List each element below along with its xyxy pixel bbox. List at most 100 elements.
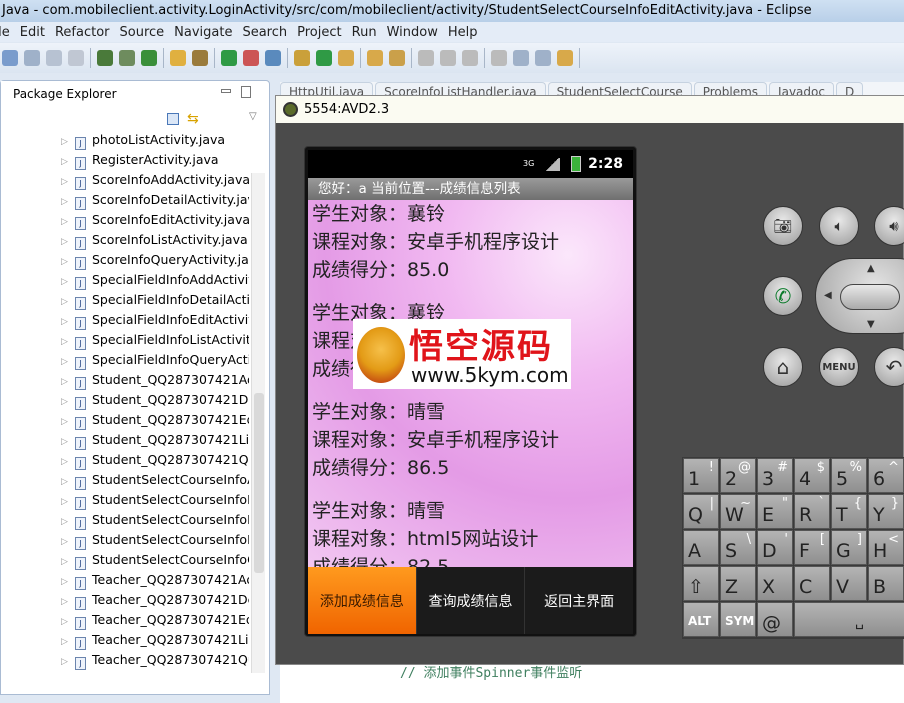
expand-arrow-icon[interactable]: ▷ — [61, 152, 75, 170]
toolbar-button-icon[interactable] — [2, 50, 18, 66]
menu-search[interactable]: Search — [242, 25, 287, 40]
file-item[interactable]: ▷ J ScoreInfoDetailActivity.java — [61, 190, 249, 210]
expand-arrow-icon[interactable]: ▷ — [61, 312, 75, 330]
expand-arrow-icon[interactable]: ▷ — [61, 292, 75, 310]
file-item[interactable]: ▷ J Student_QQ287307421Edit — [61, 410, 249, 430]
call-button[interactable]: ✆ — [763, 276, 803, 316]
key[interactable]: 2 @ — [720, 458, 756, 493]
collapse-all-icon[interactable] — [167, 113, 179, 125]
expand-arrow-icon[interactable]: ▷ — [61, 252, 75, 270]
key[interactable]: 3 # — [757, 458, 793, 493]
key[interactable]: S \ — [720, 530, 756, 565]
back-main-button[interactable]: 返回主界面 — [524, 567, 633, 634]
toolbar-button-icon[interactable] — [338, 50, 354, 66]
toolbar-button-icon[interactable] — [294, 50, 310, 66]
key[interactable]: Z — [720, 566, 756, 601]
file-item[interactable]: ▷ JphotoListActivity.java — [61, 130, 249, 150]
file-item[interactable]: ▷ J SpecialFieldInfoQueryActiv — [61, 350, 249, 370]
camera-button[interactable]: 📷︎ — [763, 206, 803, 246]
file-item[interactable]: ▷ J Student_QQ287307421Adc — [61, 370, 249, 390]
toolbar-button-icon[interactable] — [316, 50, 332, 66]
file-item[interactable]: ▷ J RegisterActivity.java — [61, 150, 249, 170]
menu-project[interactable]: Project — [297, 25, 341, 40]
file-item[interactable]: ▷ J StudentSelectCourseInfoD — [61, 490, 249, 510]
key[interactable]: 5% — [831, 458, 867, 493]
score-list[interactable]: 学生对象：襄铃 课程对象：安卓手机程序设计 成绩得分：85.0 学生对象：襄铃 … — [308, 200, 633, 567]
toolbar-button-icon[interactable] — [462, 50, 478, 66]
key[interactable]: H < — [868, 530, 904, 565]
expand-arrow-icon[interactable]: ▷ — [61, 352, 75, 370]
expand-arrow-icon[interactable]: ▷ — [61, 592, 75, 610]
toolbar-button-icon[interactable] — [535, 50, 551, 66]
toolbar-button-icon[interactable] — [389, 50, 405, 66]
minimize-icon[interactable] — [221, 89, 231, 93]
expand-arrow-icon[interactable]: ▷ — [61, 652, 75, 670]
key[interactable]: E " — [757, 494, 793, 529]
list-item[interactable]: 学生对象：晴雪 课程对象：安卓手机程序设计 成绩得分：86.5 — [312, 398, 559, 482]
file-item[interactable]: ▷ J StudentSelectCourseInfoQ — [61, 550, 249, 570]
expand-arrow-icon[interactable]: ▷ — [61, 412, 75, 430]
key[interactable]: Q | — [683, 494, 719, 529]
file-item[interactable]: ▷ J Teacher_QQ287307421Que — [61, 650, 249, 670]
key[interactable]: R ` — [794, 494, 830, 529]
file-item[interactable]: ▷ J Teacher_QQ287307421Adc — [61, 570, 249, 590]
file-item[interactable]: ▷ J ScoreInfoEditActivity.java — [61, 210, 249, 230]
scrollbar[interactable] — [251, 173, 265, 673]
toolbar-button-icon[interactable] — [46, 50, 62, 66]
file-item[interactable]: ▷ J Teacher_QQ287307421Edit — [61, 610, 249, 630]
key[interactable]: V — [831, 566, 867, 601]
maximize-icon[interactable] — [241, 86, 251, 98]
back-button[interactable]: ↶ — [874, 347, 904, 387]
file-item[interactable]: ▷ J SpecialFieldInfoListActivity. — [61, 330, 249, 350]
expand-arrow-icon[interactable]: ▷ — [61, 272, 75, 290]
file-item[interactable]: ▷ J Teacher_QQ287307421List — [61, 630, 249, 650]
toolbar-button-icon[interactable] — [24, 50, 40, 66]
dpad-left-icon[interactable]: ◀ — [824, 290, 832, 301]
menu-window[interactable]: Window — [387, 25, 438, 40]
list-item[interactable]: 学生对象：襄铃 课程对象：安卓手机程序设计 成绩得分：85.0 — [312, 200, 559, 284]
expand-arrow-icon[interactable]: ▷ — [61, 212, 75, 230]
expand-arrow-icon[interactable]: ▷ — [61, 572, 75, 590]
key[interactable]: W ~ — [720, 494, 756, 529]
key[interactable]: F[ — [794, 530, 830, 565]
file-item[interactable]: ▷ J ScoreInfoAddActivity.java — [61, 170, 249, 190]
file-item[interactable]: ▷ J Student_QQ287307421Det — [61, 390, 249, 410]
expand-arrow-icon[interactable]: ▷ — [61, 492, 75, 510]
view-menu-icon[interactable]: ▽ — [249, 111, 257, 122]
dpad-down-icon[interactable]: ▼ — [867, 319, 875, 330]
toolbar-button-icon[interactable] — [265, 50, 281, 66]
key[interactable]: 4 $ — [794, 458, 830, 493]
expand-arrow-icon[interactable]: ▷ — [61, 432, 75, 450]
file-item[interactable]: ▷ J StudentSelectCourseInfoA — [61, 470, 249, 490]
expand-arrow-icon[interactable]: ▷ — [61, 132, 75, 150]
expand-arrow-icon[interactable]: ▷ — [61, 452, 75, 470]
expand-arrow-icon[interactable]: ▷ — [61, 392, 75, 410]
expand-arrow-icon[interactable]: ▷ — [61, 612, 75, 630]
expand-arrow-icon[interactable]: ▷ — [61, 232, 75, 250]
menu-edit[interactable]: Edit — [20, 25, 45, 40]
key[interactable]: @ — [757, 602, 793, 637]
key[interactable]: 1! — [683, 458, 719, 493]
toolbar-button-icon[interactable] — [170, 50, 186, 66]
toolbar-button-icon[interactable] — [367, 50, 383, 66]
file-item[interactable]: ▷ J StudentSelectCourseInfoEc — [61, 510, 249, 530]
toolbar-button-icon[interactable] — [68, 50, 84, 66]
home-button[interactable]: ⌂ — [763, 347, 803, 387]
menu-run[interactable]: Run — [352, 25, 377, 40]
file-item[interactable]: ▷ J StudentSelectCourseInfoLi — [61, 530, 249, 550]
volume-down-button[interactable]: 🔈︎ — [819, 206, 859, 246]
toolbar-button-icon[interactable] — [192, 50, 208, 66]
key[interactable]: D ' — [757, 530, 793, 565]
expand-arrow-icon[interactable]: ▷ — [61, 552, 75, 570]
dpad-up-icon[interactable]: ▲ — [867, 263, 875, 274]
toolbar-button-icon[interactable] — [491, 50, 507, 66]
file-item[interactable]: ▷ J Student_QQ287307421Que — [61, 450, 249, 470]
toolbar-button-icon[interactable] — [243, 50, 259, 66]
key[interactable]: X — [757, 566, 793, 601]
file-item[interactable]: ▷ J SpecialFieldInfoEditActivity — [61, 310, 249, 330]
key[interactable]: ALT — [683, 602, 719, 637]
key[interactable]: Y} — [868, 494, 904, 529]
query-score-button[interactable]: 查询成绩信息 — [415, 567, 525, 634]
menu-file[interactable]: File — [0, 25, 10, 40]
key[interactable]: T{ — [831, 494, 867, 529]
